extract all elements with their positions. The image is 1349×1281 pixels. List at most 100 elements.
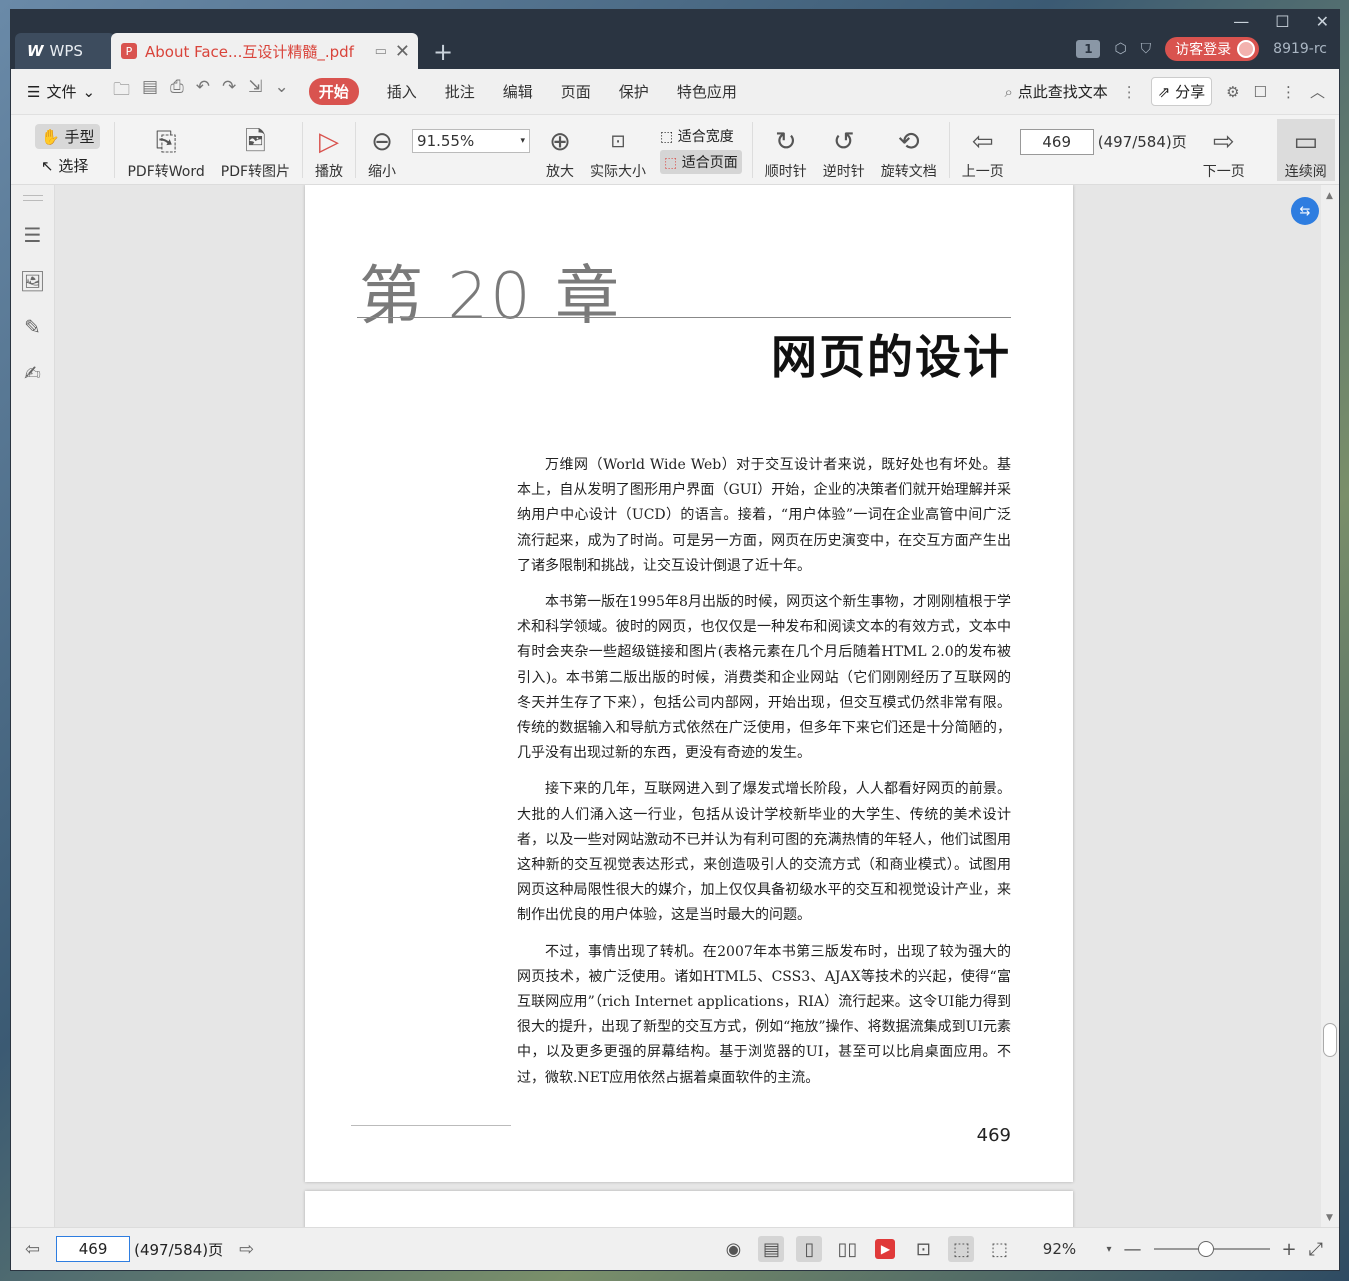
actual-size-button[interactable]: ⊡ 实际大小	[582, 119, 654, 181]
minimize-icon[interactable]: —	[1233, 12, 1249, 31]
fit-width-status-icon[interactable]: ⬚	[986, 1236, 1012, 1262]
menu-tab-start[interactable]: 开始	[308, 78, 359, 105]
pdf-icon: P	[121, 43, 137, 59]
menu-tab-edit[interactable]: 编辑	[503, 81, 533, 102]
zoom-in-icon: ⊕	[549, 126, 571, 157]
zoom-slider[interactable]	[1153, 1241, 1270, 1257]
fit-page-button[interactable]: ⬚ 适合页面	[660, 149, 742, 174]
arrow-right-icon: ⇨	[1212, 126, 1235, 157]
open-folder-icon[interactable]: 🗀	[113, 77, 130, 106]
signature-icon[interactable]: ✍	[24, 361, 41, 385]
scroll-down-icon[interactable]: ▼	[1326, 1213, 1333, 1223]
left-sidebar: ☰ 🖼 ✎ ✍	[11, 185, 55, 1227]
zoom-select[interactable]: 91.55% ▾	[412, 128, 531, 153]
zoom-dropdown-icon[interactable]: ▾	[1106, 1244, 1111, 1255]
zoom-out-icon: ⊖	[371, 126, 393, 157]
rotate-clockwise-button[interactable]: ↻ 顺时针	[757, 119, 815, 181]
collapse-ribbon-icon[interactable]: ︿	[1310, 81, 1325, 102]
annotation-pen-icon[interactable]: ✎	[24, 315, 41, 339]
more-dropdown-icon[interactable]: ⌄	[274, 77, 288, 106]
share-icon: ⇗	[1157, 83, 1171, 101]
select-tool-button[interactable]: ↖ 选择	[35, 155, 100, 176]
fit-width-label: 适合宽度	[677, 128, 734, 145]
hand-tool-button[interactable]: ✋ 手型	[35, 123, 101, 149]
two-page-view-icon[interactable]: ▯▯	[834, 1236, 860, 1262]
more-menu-icon[interactable]: ⋮	[1281, 83, 1296, 101]
pdf-page: 第 20 章 网页的设计 万维网（World Wide Web）对于交互设计者来…	[305, 185, 1073, 1182]
undo-icon[interactable]: ↶	[196, 77, 210, 106]
close-window-icon[interactable]: ✕	[1316, 12, 1329, 31]
print-icon[interactable]: ⎙	[170, 77, 184, 106]
translate-float-icon[interactable]: ⇆	[1291, 197, 1319, 225]
continuous-read-button[interactable]: ▭ 连续阅	[1276, 118, 1335, 181]
previous-page-button[interactable]: ⇦ 上一页	[954, 119, 1012, 181]
wps-logo-icon: W	[27, 42, 44, 60]
rotate-document-button[interactable]: ⟲ 旋转文档	[873, 119, 945, 181]
close-tab-icon[interactable]: ✕	[395, 41, 410, 62]
pdf-to-word-icon: ⎘	[155, 126, 177, 157]
fit-page-status-icon[interactable]: ⬚	[948, 1236, 975, 1262]
fit-width-icon: ⬚	[660, 128, 674, 145]
menu-tab-page[interactable]: 页面	[561, 81, 591, 102]
guest-login-button[interactable]: 访客登录	[1165, 37, 1260, 61]
sidebar-grip[interactable]	[22, 195, 43, 201]
menu-tab-annotate[interactable]: 批注	[445, 81, 475, 102]
single-page-view-icon[interactable]: ▤	[758, 1236, 785, 1262]
status-zoom-value[interactable]: 92%	[1024, 1240, 1094, 1258]
wps-home-tab[interactable]: W WPS	[15, 33, 115, 69]
next-pdf-page	[305, 1191, 1073, 1227]
zoom-slider-knob[interactable]	[1197, 1241, 1214, 1257]
menu-tab-features[interactable]: 特色应用	[677, 81, 737, 102]
document-tab[interactable]: P About Face...互设计精髓_.pdf ▭ ✕	[111, 33, 418, 69]
skin-icon[interactable]: ⬡	[1114, 41, 1126, 57]
actual-size-status-icon[interactable]: ⊡	[910, 1236, 936, 1262]
thumbnail-icon[interactable]: 🖼	[20, 269, 45, 293]
pdf-to-image-button[interactable]: 🖻 PDF转图片	[213, 119, 298, 181]
zoom-out-button[interactable]: ⊖ 缩小	[360, 119, 404, 181]
play-button[interactable]: ▷ 播放	[307, 119, 351, 181]
page-number-input[interactable]: 469	[1019, 128, 1094, 155]
fullscreen-icon[interactable]: ⤢	[1309, 1239, 1323, 1260]
continuous-view-icon[interactable]: ▯	[796, 1236, 823, 1262]
status-next-page-icon[interactable]: ⇨	[239, 1239, 254, 1260]
rotate-counterclockwise-button[interactable]: ↺ 逆时针	[815, 119, 873, 181]
share-button[interactable]: ⇗ 分享	[1150, 77, 1213, 106]
outline-icon[interactable]: ☰	[24, 223, 42, 247]
comment-icon[interactable]: ☐	[1254, 83, 1267, 101]
status-prev-page-icon[interactable]: ⇦	[25, 1239, 40, 1260]
menu-tab-protect[interactable]: 保护	[619, 81, 649, 102]
zoom-out-status-icon[interactable]: —	[1124, 1239, 1142, 1260]
document-viewer[interactable]: 第 20 章 网页的设计 万维网（World Wide Web）对于交互设计者来…	[55, 185, 1339, 1227]
eye-protection-icon[interactable]: ◉	[720, 1236, 746, 1262]
shirt-icon[interactable]: ⛉	[1141, 41, 1152, 57]
save-icon[interactable]: ▤	[142, 77, 158, 106]
wps-tab-label: WPS	[49, 42, 83, 60]
rotate-document-icon: ⟲	[897, 126, 920, 157]
search-text-button[interactable]: ⌕ 点此查找文本	[1005, 81, 1108, 102]
more-vertical-icon[interactable]: ⋮	[1122, 83, 1137, 101]
new-tab-icon[interactable]: +	[433, 38, 453, 66]
share-label: 分享	[1175, 83, 1206, 101]
next-page-button[interactable]: ⇨ 下一页	[1195, 119, 1253, 181]
fit-width-button[interactable]: ⬚ 适合宽度	[660, 126, 742, 146]
vertical-scrollbar[interactable]: ▲ ▼	[1321, 185, 1339, 1227]
zoom-in-status-icon[interactable]: +	[1282, 1239, 1297, 1260]
zoom-in-button[interactable]: ⊕ 放大	[538, 119, 582, 181]
export-icon[interactable]: ⇲	[248, 77, 262, 106]
settings-icon[interactable]: ⚙	[1226, 83, 1239, 101]
maximize-icon[interactable]: ☐	[1275, 12, 1289, 31]
menu-tab-insert[interactable]: 插入	[387, 81, 417, 102]
file-menu[interactable]: ☰ 文件 ⌄	[27, 81, 95, 102]
status-page-input[interactable]: 469	[56, 1236, 131, 1262]
status-right: ◉ ▤ ▯ ▯▯ ▶ ⊡ ⬚ ⬚ 92% ▾ — + ⤢	[720, 1236, 1323, 1262]
scroll-up-icon[interactable]: ▲	[1326, 191, 1333, 201]
window-count-badge[interactable]: 1	[1076, 40, 1101, 58]
scrollbar-thumb[interactable]	[1323, 1023, 1337, 1057]
actual-size-icon: ⊡	[610, 130, 626, 152]
paragraph: 本书第一版在1995年8月出版的时候，网页这个新生事物，才刚刚植根于学术和科学领…	[517, 594, 1011, 762]
page-number: 469	[976, 1125, 1011, 1146]
pin-icon[interactable]: ▭	[375, 44, 387, 59]
play-presentation-button[interactable]: ▶	[872, 1236, 898, 1262]
redo-icon[interactable]: ↷	[222, 77, 236, 106]
pdf-to-word-button[interactable]: ⎘ PDF转Word	[119, 119, 212, 181]
